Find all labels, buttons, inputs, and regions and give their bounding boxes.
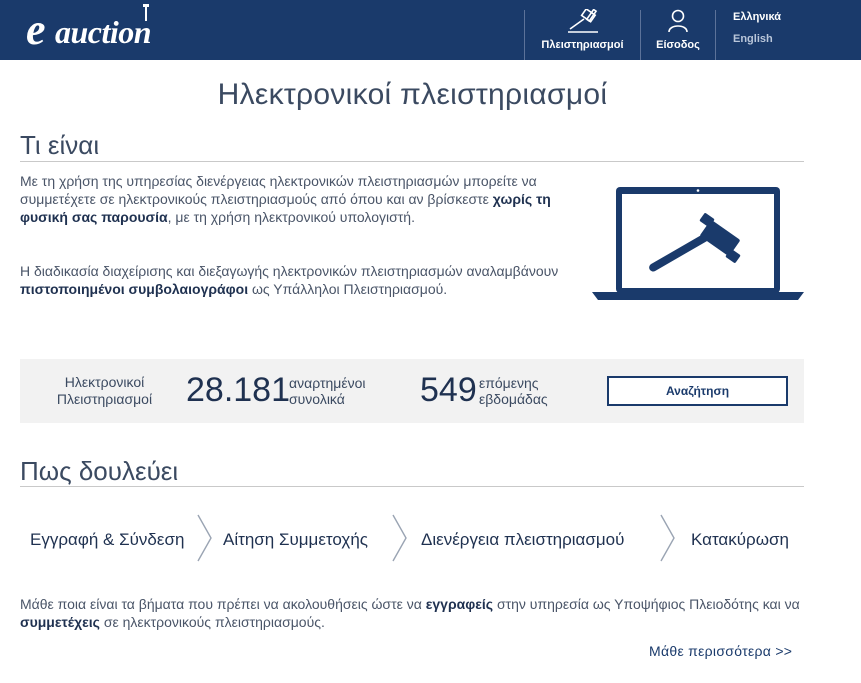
search-button[interactable]: Αναζήτηση (607, 376, 788, 406)
caption-line: συνολικά (289, 391, 345, 407)
text-span: σε ηλεκτρονικούς πλειστηριασμούς. (99, 614, 325, 630)
logo-gavel-icon (143, 4, 149, 21)
text-span: Με τη χρήση της υπηρεσίας διενέργειας ηλ… (20, 173, 537, 207)
step-conduct-auction[interactable]: Διενέργεια πλειστηριασμού (421, 530, 624, 550)
section-divider (20, 161, 804, 162)
step-participation-request[interactable]: Αίτηση Συμμετοχής (223, 530, 368, 550)
stats-label: Ηλεκτρονικοί Πλειστηριασμοί (42, 374, 167, 408)
nav-divider (715, 10, 716, 60)
text-span: Η διαδικασία διαχείρισης και διεξαγωγής … (20, 263, 559, 279)
gavel-icon (567, 9, 598, 33)
top-navigation-bar: e auction Πλειστηριασμοί Είσοδος Ελληνικ… (0, 0, 861, 60)
total-auctions-count: 28.181 (186, 371, 290, 409)
user-icon (668, 9, 688, 33)
stats-label-line: Πλειστηριασμοί (56, 391, 153, 407)
total-auctions-caption: αναρτημένοι συνολικά (289, 375, 365, 407)
what-is-paragraph-2: Η διαδικασία διαχείρισης και διεξαγωγής … (20, 262, 580, 298)
nav-auctions-button[interactable]: Πλειστηριασμοί (525, 0, 640, 60)
what-is-heading: Τι είναι (20, 130, 100, 160)
emphasis-text: εγγραφείς (425, 596, 494, 612)
caption-line: εβδομάδας (479, 391, 548, 407)
language-english-link[interactable]: English (733, 33, 773, 45)
next-week-caption: επόμενης εβδομάδας (479, 375, 548, 407)
text-span: Μάθε ποια είναι τα βήματα που πρέπει να … (20, 596, 426, 612)
stats-panel: Ηλεκτρονικοί Πλειστηριασμοί 28.181 αναρτ… (20, 359, 804, 423)
stats-label-line: Ηλεκτρονικοί (64, 374, 145, 390)
page-title: Ηλεκτρονικοί πλειστηριασμοί (217, 78, 608, 111)
logo-letter-e: e (26, 5, 46, 54)
emphasis-text: πιστοποιημένοι συμβολαιογράφοι (20, 281, 249, 297)
chevron-right-icon (197, 514, 212, 562)
emphasis-text: συμμετέχεις (20, 614, 100, 630)
language-greek-link[interactable]: Ελληνικά (733, 11, 781, 23)
text-span: , με τη χρήση ηλεκτρονικού υπολογιστή. (167, 209, 415, 225)
text-span: ως Υπάλληλοι Πλειστηριασμού. (248, 281, 448, 297)
nav-auctions-label: Πλειστηριασμοί (541, 39, 624, 51)
how-it-works-paragraph: Μάθε ποια είναι τα βήματα που πρέπει να … (20, 595, 810, 631)
laptop-gavel-illustration (592, 187, 804, 300)
chevron-right-icon (392, 514, 407, 562)
nav-login-label: Είσοδος (656, 39, 700, 51)
learn-more-link[interactable]: Μάθε περισσότερα >> (649, 643, 792, 659)
how-it-works-heading: Πως δουλεύει (20, 456, 179, 486)
caption-line: αναρτημένοι (289, 375, 366, 391)
what-is-paragraph-1: Με τη χρήση της υπηρεσίας διενέργειας ηλ… (20, 172, 580, 226)
text-span: στην υπηρεσία ως Υποψήφιος Πλειοδότης κα… (493, 596, 800, 612)
chevron-right-icon (660, 514, 675, 562)
next-week-auctions-count: 549 (420, 371, 477, 409)
caption-line: επόμενης (479, 375, 539, 391)
step-register-login[interactable]: Εγγραφή & Σύνδεση (30, 530, 184, 550)
step-award[interactable]: Κατακύρωση (691, 530, 789, 550)
section-divider (20, 486, 804, 487)
logo-word-auction: auction (55, 14, 152, 50)
nav-login-button[interactable]: Είσοδος (641, 0, 715, 60)
